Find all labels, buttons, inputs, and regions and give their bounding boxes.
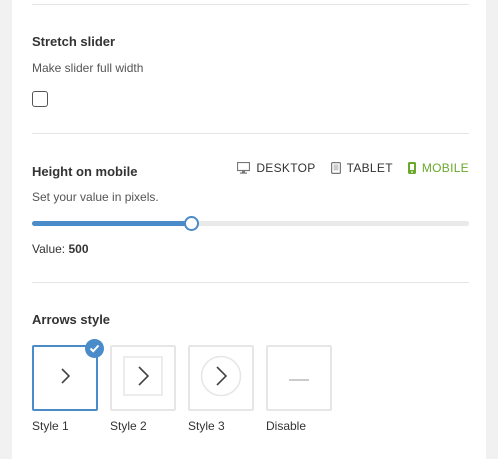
stretch-slider-title: Stretch slider xyxy=(32,34,116,49)
desktop-icon xyxy=(237,162,251,174)
divider xyxy=(32,4,469,5)
arrow-style-options: Style 1 Style 2 Style 3 Disable xyxy=(32,339,332,433)
divider xyxy=(32,133,469,134)
arrow-style-preview[interactable] xyxy=(110,345,176,411)
stretch-slider-checkbox[interactable] xyxy=(32,91,48,107)
device-tab-mobile[interactable]: MOBILE xyxy=(407,161,469,175)
arrow-style-preview[interactable] xyxy=(266,345,332,411)
value-label: Value: xyxy=(32,242,66,256)
device-label: MOBILE xyxy=(421,161,469,175)
arrow-style-option-2[interactable]: Style 2 xyxy=(110,345,176,433)
height-slider-fill xyxy=(32,221,191,226)
device-tab-desktop[interactable]: DESKTOP xyxy=(237,161,315,175)
height-value: Value: 500 xyxy=(32,242,89,256)
chevron-right-circle-icon xyxy=(200,355,242,402)
dash-icon xyxy=(289,369,309,387)
height-title: Height on mobile xyxy=(32,164,138,179)
device-tab-tablet[interactable]: TABLET xyxy=(330,161,393,175)
arrow-style-label: Disable xyxy=(266,419,307,433)
arrow-style-option-3[interactable]: Style 3 xyxy=(188,345,254,433)
value-number: 500 xyxy=(68,242,89,256)
chevron-right-boxed-icon xyxy=(123,355,163,401)
divider xyxy=(32,282,469,283)
height-slider-track[interactable] xyxy=(32,216,469,231)
arrow-style-option-disable[interactable]: Disable xyxy=(266,345,332,433)
device-switcher: DESKTOP TABLET MOBILE xyxy=(237,161,469,175)
selected-check-icon xyxy=(85,339,104,358)
height-slider-thumb[interactable] xyxy=(183,216,199,231)
arrow-style-label: Style 3 xyxy=(188,419,225,433)
arrows-style-title: Arrows style xyxy=(32,312,111,327)
arrow-style-label: Style 2 xyxy=(110,419,147,433)
arrow-style-label: Style 1 xyxy=(32,419,69,433)
settings-panel: Stretch slider Make slider full width He… xyxy=(12,0,486,459)
chevron-right-icon xyxy=(58,367,72,390)
height-description: Set your value in pixels. xyxy=(32,190,159,204)
tablet-icon xyxy=(330,162,341,174)
arrow-style-preview[interactable] xyxy=(188,345,254,411)
stretch-slider-description: Make slider full width xyxy=(32,61,144,75)
device-label: DESKTOP xyxy=(256,161,316,175)
mobile-icon xyxy=(407,162,416,174)
arrow-style-preview[interactable] xyxy=(32,339,104,411)
device-label: TABLET xyxy=(346,161,393,175)
arrow-style-option-1[interactable]: Style 1 xyxy=(32,339,104,433)
